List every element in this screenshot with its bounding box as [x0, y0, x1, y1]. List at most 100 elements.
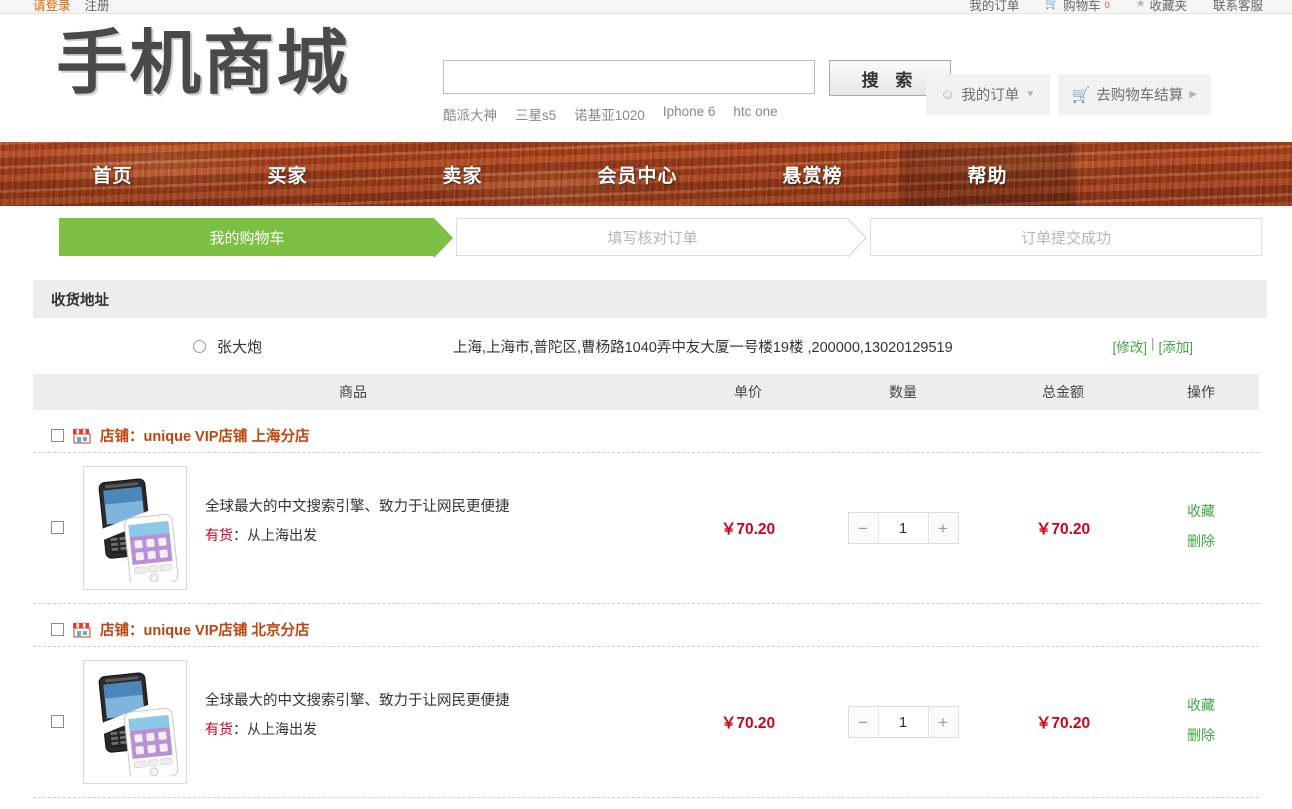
shop-row: 店铺：unique VIP店铺 北京分店: [25, 612, 1267, 646]
row-divider: [33, 603, 1259, 604]
stock-status-label: 有货: [205, 526, 233, 543]
nav-item-help[interactable]: 帮助: [900, 142, 1075, 206]
my-orders-button[interactable]: ☺ 我的订单 ▼: [925, 74, 1050, 115]
delete-item-link[interactable]: 删除: [1143, 725, 1259, 745]
hot-keyword-3[interactable]: 诺基亚1020: [574, 104, 645, 124]
add-to-favorites-link[interactable]: 收藏: [1143, 501, 1259, 521]
nav-item-home[interactable]: 首页: [25, 142, 200, 206]
topbar-my-orders-link[interactable]: 我的订单: [969, 0, 1019, 13]
product-total-price: ￥70.20: [1035, 521, 1091, 538]
site-logo[interactable]: 手机商城: [56, 28, 350, 98]
go-to-checkout-label: 去购物车结算: [1096, 88, 1184, 104]
nav-item-member-center[interactable]: 会员中心: [550, 142, 725, 206]
product-unit-price: ￥70.20: [720, 521, 776, 538]
address-edit-link[interactable]: [修改]: [1112, 336, 1147, 356]
hot-keyword-4[interactable]: Iphone 6: [663, 104, 716, 124]
storefront-icon: [73, 622, 91, 637]
hot-keyword-5[interactable]: htc one: [733, 104, 777, 124]
product-total-price: ￥70.20: [1035, 715, 1091, 732]
column-header-ops: 操作: [1187, 384, 1215, 400]
step-fill-order[interactable]: 填写核对订单: [456, 218, 867, 258]
product-title[interactable]: 全球最大的中文搜索引擎、致力于让网民更便捷: [205, 693, 510, 709]
column-header-total: 总金额: [1042, 384, 1084, 400]
address-detail: 上海,上海市,普陀区,曹杨路1040弄中友大厦一号楼19楼 ,200000,13…: [453, 339, 953, 356]
main-content: 我的购物车 填写核对订单 订单提交成功 收货地址 张大炮 上海,上海市,普陀区,…: [25, 218, 1267, 809]
shipping-address-header: 收货地址: [33, 280, 1267, 318]
hot-keywords: 酷派大神 三星s5 诺基亚1020 Iphone 6 htc one: [443, 104, 951, 124]
chevron-down-icon: ▼: [1025, 89, 1036, 100]
quantity-decrease-button[interactable]: −: [848, 707, 878, 737]
storefront-icon: [73, 428, 91, 443]
main-navigation: 首页 买家 卖家 会员中心 悬赏榜 帮助: [0, 142, 1292, 206]
product-actions: 收藏 删除: [1143, 501, 1259, 551]
quantity-input[interactable]: [877, 513, 929, 543]
item-select-checkbox[interactable]: [51, 521, 64, 534]
shop-select-checkbox[interactable]: [51, 428, 64, 442]
nav-item-seller[interactable]: 卖家: [375, 142, 550, 206]
my-orders-button-label: 我的订单: [961, 88, 1020, 104]
chevron-right-icon: ▶: [1189, 89, 1197, 100]
address-actions: [修改] | [添加]: [1112, 336, 1193, 356]
product-actions: 收藏 删除: [1143, 695, 1259, 745]
product-info: 全球最大的中文搜索引擎、致力于让网民更便捷 有货：从上海出发: [205, 691, 655, 739]
quantity-increase-button[interactable]: +: [928, 707, 958, 737]
search-area: 搜 索 酷派大神 三星s5 诺基亚1020 Iphone 6 htc one: [443, 60, 951, 124]
topbar-favorites-link[interactable]: 收藏夹: [1149, 0, 1187, 13]
add-to-favorites-link[interactable]: 收藏: [1143, 695, 1259, 715]
shop-select-checkbox[interactable]: [51, 622, 64, 636]
nav-item-buyer[interactable]: 买家: [200, 142, 375, 206]
product-thumbnail[interactable]: [83, 466, 187, 590]
address-link-separator: |: [1150, 336, 1155, 351]
star-icon: ★: [1135, 0, 1146, 10]
page-root: 请登录 注册 我的订单 🛒 购物车 0 ★ 收藏夹 联系客服 手机商城 搜 索 …: [0, 0, 1292, 809]
quantity-input[interactable]: [877, 707, 929, 737]
topbar-favorites-item[interactable]: ★ 收藏夹: [1135, 0, 1187, 13]
hot-keyword-1[interactable]: 酷派大神: [443, 104, 497, 124]
header-buttons: ☺ 我的订单 ▼ 🛒 去购物车结算 ▶: [925, 74, 1211, 115]
column-header-price: 单价: [734, 384, 762, 400]
go-to-checkout-button[interactable]: 🛒 去购物车结算 ▶: [1057, 74, 1211, 115]
product-stock: 有货：从上海出发: [205, 719, 655, 739]
column-header-qty: 数量: [889, 384, 917, 400]
shipping-address-row: 张大炮 上海,上海市,普陀区,曹杨路1040弄中友大厦一号楼19楼 ,20000…: [33, 318, 1267, 374]
step-order-success[interactable]: 订单提交成功: [870, 218, 1262, 256]
stock-origin-text: ：从上海出发: [233, 720, 317, 737]
cart-table-header: 商品 单价 数量 总金额 操作: [33, 374, 1259, 410]
product-info: 全球最大的中文搜索引擎、致力于让网民更便捷 有货：从上海出发: [205, 497, 655, 545]
search-input[interactable]: [443, 60, 815, 94]
shop-name[interactable]: 店铺：unique VIP店铺 上海分店: [100, 425, 309, 446]
quantity-decrease-button[interactable]: −: [848, 513, 878, 543]
cart-count-badge: 0: [1104, 0, 1110, 10]
shop-name[interactable]: 店铺：unique VIP店铺 北京分店: [100, 619, 309, 640]
address-recipient-name: 张大炮: [217, 338, 263, 356]
shop-row: 店铺：unique VIP店铺 上海分店: [25, 418, 1267, 452]
stock-origin-text: ：从上海出发: [233, 526, 317, 543]
column-header-goods: 商品: [339, 384, 367, 400]
product-unit-price: ￥70.20: [720, 715, 776, 732]
user-icon: ☺: [939, 86, 956, 103]
item-select-checkbox[interactable]: [51, 715, 64, 728]
delete-item-link[interactable]: 删除: [1143, 531, 1259, 551]
register-link[interactable]: 注册: [85, 0, 110, 13]
site-header: 手机商城 搜 索 酷派大神 三星s5 诺基亚1020 Iphone 6 htc …: [0, 14, 1292, 142]
topbar-service-link[interactable]: 联系客服: [1213, 0, 1263, 13]
utility-topbar: 请登录 注册 我的订单 🛒 购物车 0 ★ 收藏夹 联系客服: [0, 0, 1292, 14]
product-thumbnail[interactable]: [83, 660, 187, 784]
cart-footer-actions: 全部删除: [33, 798, 1259, 809]
cart-icon: 🛒: [1045, 0, 1060, 10]
shopping-cart-icon: 🛒: [1071, 86, 1091, 104]
quantity-increase-button[interactable]: +: [928, 513, 958, 543]
topbar-cart-link[interactable]: 购物车: [1063, 0, 1101, 13]
nav-item-bounty-board[interactable]: 悬赏榜: [725, 142, 900, 206]
address-radio[interactable]: [193, 339, 206, 353]
quantity-stepper: − +: [823, 512, 983, 544]
address-add-link[interactable]: [添加]: [1158, 336, 1193, 356]
product-title[interactable]: 全球最大的中文搜索引擎、致力于让网民更便捷: [205, 499, 510, 515]
hot-keyword-2[interactable]: 三星s5: [515, 104, 556, 124]
topbar-cart-item[interactable]: 🛒 购物车 0: [1045, 0, 1110, 13]
quantity-stepper: − +: [823, 706, 983, 738]
login-link[interactable]: 请登录: [33, 0, 71, 13]
step-my-cart[interactable]: 我的购物车: [59, 218, 453, 258]
cart-item-row: 全球最大的中文搜索引擎、致力于让网民更便捷 有货：从上海出发 ￥70.20 − …: [33, 647, 1259, 797]
cart-item-row: 全球最大的中文搜索引擎、致力于让网民更便捷 有货：从上海出发 ￥70.20 − …: [33, 453, 1259, 603]
